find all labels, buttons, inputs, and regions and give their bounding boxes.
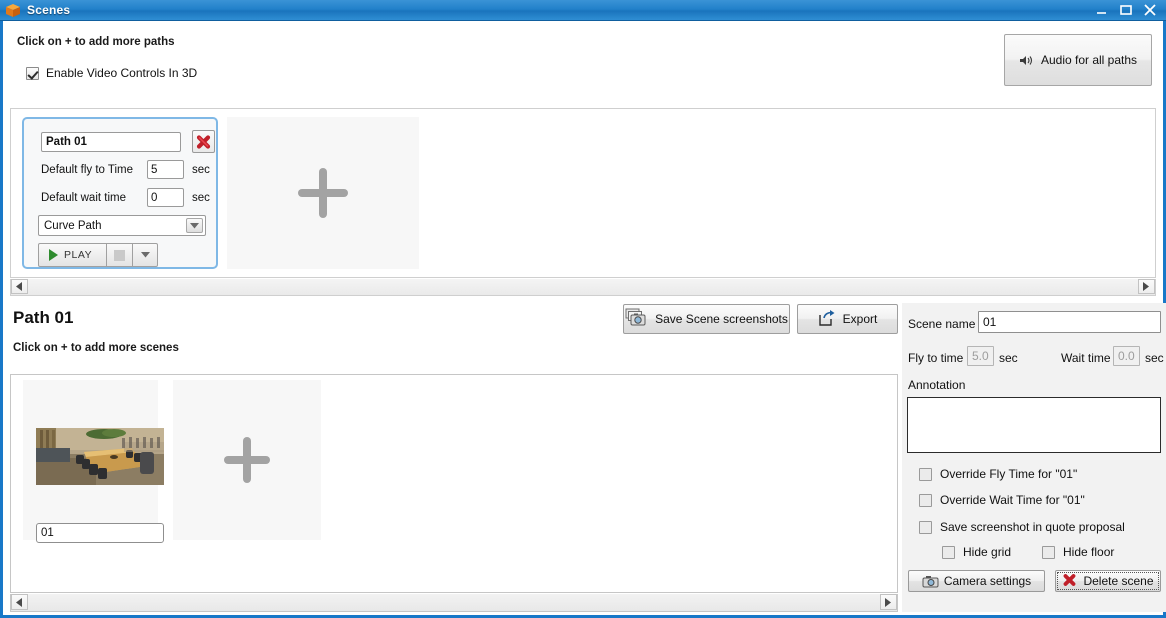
default-fly-to-time-input[interactable] [147,160,184,179]
path-type-value: Curve Path [44,219,102,232]
default-wait-time-row: Default wait time sec [41,188,210,207]
fly-to-time-field[interactable] [967,346,994,366]
path-title: Path 01 [13,308,74,327]
close-icon[interactable] [1143,3,1157,17]
checkbox-box[interactable] [919,467,932,481]
save-scene-screenshots-label: Save Scene screenshots [655,312,788,326]
window-title: Scenes [27,3,71,17]
enable-video-controls-label: Enable Video Controls In 3D [46,66,198,80]
scenes-horizontal-scrollbar[interactable] [10,594,898,612]
override-wait-time-checkbox[interactable]: Override Wait Time for "01" [911,493,1085,507]
red-x-icon [1062,573,1077,590]
minimize-icon[interactable] [1095,3,1109,17]
path-type-dropdown[interactable]: Curve Path [38,215,206,236]
export-label: Export [842,312,878,326]
path-card[interactable]: Default fly to Time sec Default wait tim… [22,117,218,269]
scroll-right-button[interactable] [880,594,897,610]
camera-stack-icon [625,308,647,330]
scenes-window: Scenes Click on + to add more paths Enab… [0,0,1166,618]
hide-grid-label: Hide grid [963,545,1012,559]
checkbox-box[interactable] [919,520,932,534]
audio-for-all-paths-label: Audio for all paths [1040,53,1138,67]
path-name-input[interactable] [41,132,181,152]
scene-card[interactable] [23,380,164,543]
title-bar: Scenes [0,0,1166,21]
wait-time-label: Wait time [1061,351,1111,365]
export-button[interactable]: Export [797,304,898,334]
delete-scene-label: Delete scene [1083,574,1154,588]
fly-to-time-label: Fly to time [908,351,964,365]
override-fly-time-label: Override Fly Time for "01" [940,467,1078,481]
delete-scene-button[interactable]: Delete scene [1055,570,1161,592]
fly-to-time-unit: sec [999,351,1018,365]
scene-name-label: Scene name [908,317,976,331]
save-scene-screenshots-button[interactable]: Save Scene screenshots [623,304,790,334]
add-paths-hint: Click on + to add more paths [17,36,175,48]
checkbox-box[interactable] [919,493,932,507]
box-3d-icon [5,3,21,18]
annotation-label: Annotation [908,378,966,392]
enable-video-controls-checkbox[interactable]: Enable Video Controls In 3D [26,66,197,80]
paths-strip: Default fly to Time sec Default wait tim… [10,108,1156,278]
scene-name-input[interactable] [36,523,164,543]
default-wait-time-input[interactable] [147,188,184,207]
scroll-right-button[interactable] [1138,279,1155,294]
chevron-down-icon[interactable] [186,218,203,233]
stop-button[interactable] [107,244,133,266]
default-wait-time-unit: sec [192,191,210,204]
header-section: Click on + to add more paths Enable Vide… [3,21,1163,103]
scene-properties-panel: Scene name Fly to time sec Wait time sec… [902,303,1166,612]
play-button[interactable]: PLAY [39,244,107,266]
audio-for-all-paths-button[interactable]: Audio for all paths [1004,34,1152,86]
export-arrow-icon [818,309,835,329]
add-scene-tile[interactable] [173,380,321,540]
paths-horizontal-scrollbar[interactable] [10,279,1156,296]
maximize-icon[interactable] [1119,3,1133,17]
checkbox-box[interactable] [1042,545,1055,559]
add-scenes-hint: Click on + to add more scenes [13,342,179,354]
camera-icon [922,575,939,588]
override-fly-time-checkbox[interactable]: Override Fly Time for "01" [911,467,1077,481]
hide-grid-checkbox[interactable]: Hide grid [934,545,1011,559]
red-x-icon [196,134,211,149]
save-screenshot-quote-label: Save screenshot in quote proposal [940,520,1125,534]
delete-path-button[interactable] [192,130,215,153]
scroll-left-button[interactable] [11,594,28,610]
hide-floor-label: Hide floor [1063,545,1115,559]
stop-square-icon [114,249,125,261]
plus-icon [219,432,275,488]
play-controls[interactable]: PLAY [38,243,158,267]
speaker-icon [1019,54,1034,67]
play-options-button[interactable] [133,244,157,266]
default-fly-to-time-unit: sec [192,163,210,176]
default-fly-to-time-row: Default fly to Time sec [41,160,210,179]
camera-settings-button[interactable]: Camera settings [908,570,1045,592]
chevron-down-icon [140,252,150,258]
scene-name-field[interactable] [978,311,1161,333]
scroll-left-button[interactable] [11,279,28,294]
play-label: PLAY [64,249,93,261]
scenes-strip [10,374,898,593]
wait-time-unit: sec [1145,351,1164,365]
hide-floor-checkbox[interactable]: Hide floor [1034,545,1114,559]
checkbox-box[interactable] [26,66,39,80]
checkbox-box[interactable] [942,545,955,559]
camera-settings-label: Camera settings [943,574,1032,588]
conference-room-thumbnail[interactable] [36,428,164,485]
plus-icon [292,162,354,224]
annotation-field[interactable] [907,397,1161,453]
save-screenshot-quote-checkbox[interactable]: Save screenshot in quote proposal [911,520,1125,534]
play-triangle-icon [49,249,58,261]
default-fly-to-time-label: Default fly to Time [41,163,134,176]
wait-time-field[interactable] [1113,346,1140,366]
window-controls [1095,3,1166,17]
default-wait-time-label: Default wait time [41,191,127,204]
override-wait-time-label: Override Wait Time for "01" [940,493,1085,507]
add-path-tile[interactable] [227,117,419,269]
